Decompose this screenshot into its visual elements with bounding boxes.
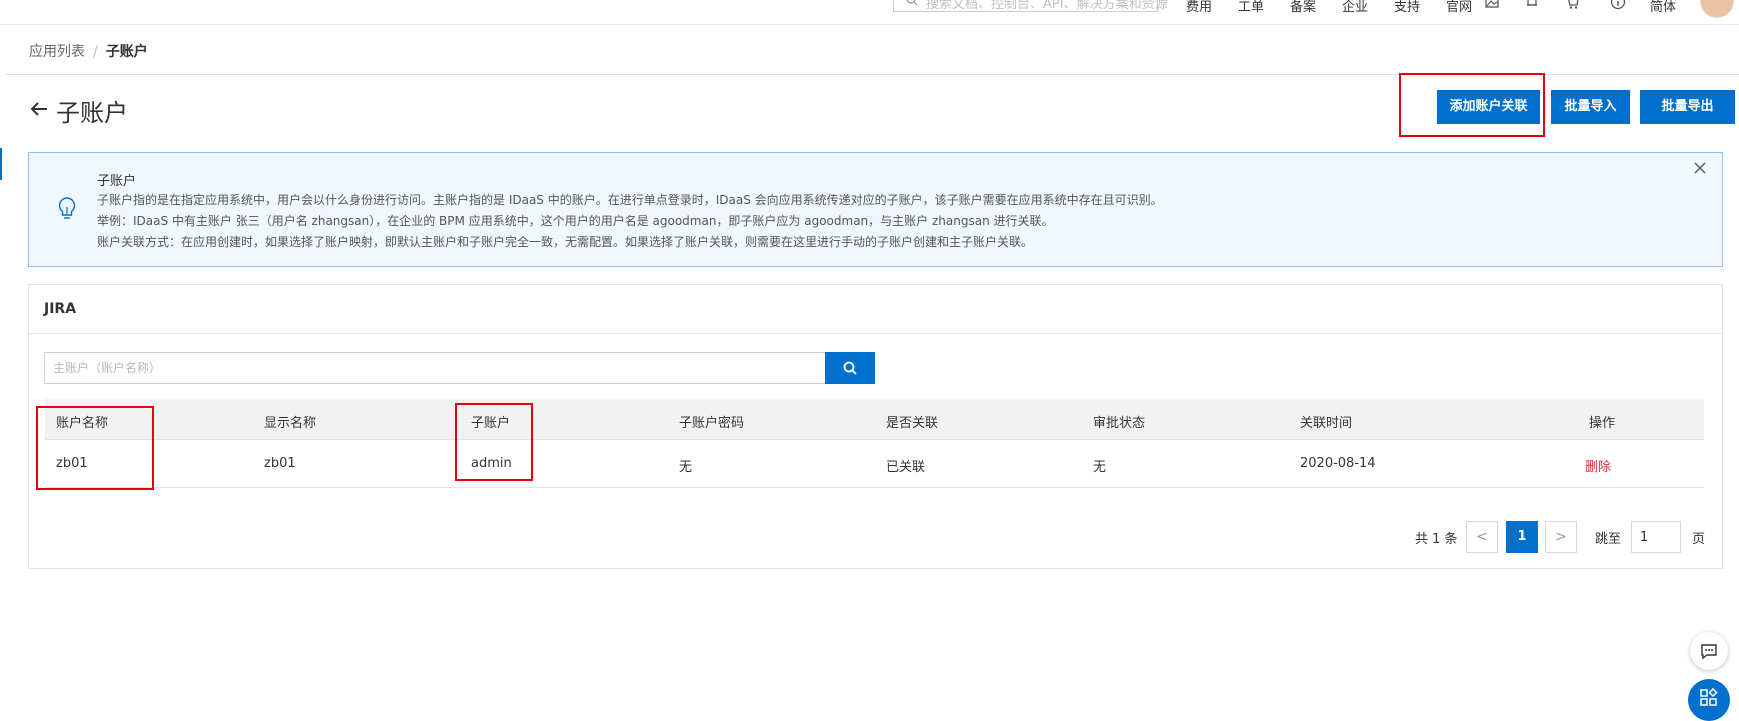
info-line-example: 举例：IDaaS 中有主账户 张三（用户名 zhangsan），在企业的 BPM… [97, 214, 1054, 228]
page-title: 子账户 [56, 99, 128, 127]
bell-icon[interactable] [1524, 0, 1540, 10]
cell-sub-password: 无 [679, 460, 693, 475]
pagination-jump-label: 跳至 [1595, 532, 1622, 547]
account-search-input[interactable] [44, 352, 826, 384]
pagination-next-button[interactable]: > [1545, 521, 1577, 553]
lightbulb-icon [58, 197, 76, 219]
nav-item-ticket[interactable]: 工单 [1238, 0, 1264, 15]
cart-icon[interactable] [1564, 0, 1580, 10]
batch-import-button[interactable]: 批量导入 [1551, 90, 1630, 124]
delete-link[interactable]: 删除 [1585, 456, 1611, 475]
cell-linked: 已关联 [886, 460, 926, 475]
nav-item-website[interactable]: 官网 [1446, 0, 1472, 15]
breadcrumb: 应用列表 / 子账户 [29, 41, 148, 61]
sidebar-active-indicator [0, 148, 2, 180]
table-divider [45, 487, 1704, 488]
apps-grid-icon [1700, 688, 1718, 706]
column-header-linked: 是否关联 [886, 416, 939, 431]
search-icon [906, 0, 918, 6]
global-search-input[interactable]: 搜索文档、控制台、API、解决方案和资源 [893, 0, 1168, 12]
info-line-definition: 子账户指的是在指定应用系统中，用户会以什么身份进行访问。主账户指的是 IDaaS… [97, 193, 1163, 207]
column-header-display-name: 显示名称 [264, 416, 317, 431]
breadcrumb-current: 子账户 [105, 44, 148, 60]
nav-item-enterprise[interactable]: 企业 [1342, 0, 1368, 15]
image-icon[interactable] [1484, 0, 1500, 10]
close-icon[interactable] [1693, 161, 1707, 175]
column-header-link-time: 关联时间 [1300, 416, 1353, 431]
nav-item-support[interactable]: 支持 [1394, 0, 1420, 15]
highlight-box-account-name [36, 406, 154, 490]
batch-export-button[interactable]: 批量导出 [1640, 90, 1735, 124]
pagination-total: 共 1 条 [1415, 532, 1458, 547]
search-button[interactable] [825, 352, 875, 384]
pagination-prev-button[interactable]: < [1466, 521, 1498, 553]
table-divider [45, 439, 1704, 440]
panel-divider [29, 333, 1722, 334]
cell-display-name: zb01 [264, 456, 296, 471]
column-header-approval: 审批状态 [1093, 416, 1146, 431]
search-icon [843, 361, 857, 375]
pagination-jump-input[interactable] [1631, 521, 1681, 553]
breadcrumb-separator: / [93, 44, 98, 60]
pagination-jump-unit: 页 [1692, 532, 1706, 547]
info-line-method: 账户关联方式：在应用创建时，如果选择了账户映射，即默认主账户和子账户完全一致，无… [97, 235, 1034, 249]
chat-button[interactable] [1690, 632, 1728, 670]
nav-item-billing[interactable]: 费用 [1186, 0, 1212, 15]
help-icon[interactable] [1610, 0, 1626, 10]
breadcrumb-app-list[interactable]: 应用列表 [29, 44, 85, 60]
column-header-action: 操作 [1589, 416, 1616, 431]
pagination-page-1[interactable]: 1 [1506, 521, 1538, 553]
top-navbar [0, 0, 1739, 25]
global-search-placeholder: 搜索文档、控制台、API、解决方案和资源 [926, 0, 1168, 12]
info-title: 子账户 [97, 174, 137, 189]
cell-link-time: 2020-08-14 [1300, 456, 1376, 471]
chat-icon [1701, 644, 1717, 660]
cell-approval: 无 [1093, 460, 1107, 475]
nav-item-icp[interactable]: 备案 [1290, 0, 1316, 15]
panel-title: JIRA [44, 301, 77, 317]
back-arrow-icon[interactable] [29, 99, 49, 119]
highlight-box-sub-account [455, 403, 533, 481]
language-switch[interactable]: 简体 [1650, 0, 1676, 15]
highlight-box-add-button [1399, 73, 1545, 137]
column-header-sub-password: 子账户密码 [679, 416, 745, 431]
